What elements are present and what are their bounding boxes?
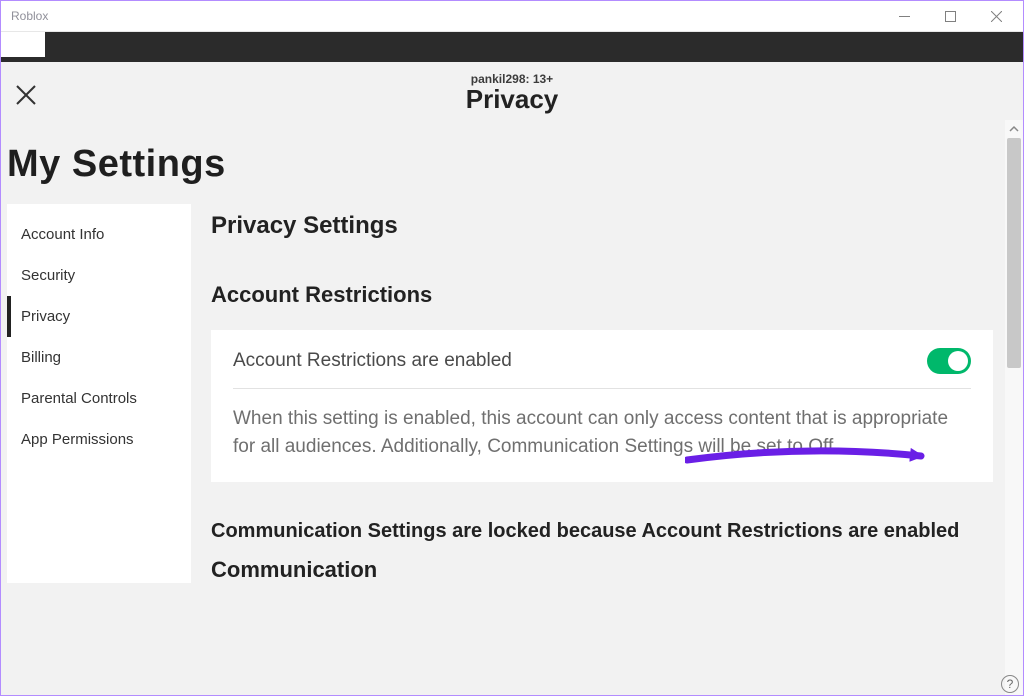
sidebar-item-billing[interactable]: Billing [7, 337, 191, 378]
window-buttons [881, 1, 1019, 32]
sidebar-item-label: App Permissions [21, 431, 134, 448]
settings-content: Privacy Settings Account Restrictions Ac… [211, 204, 1017, 583]
window-titlebar: Roblox [1, 1, 1023, 32]
restrictions-description: When this setting is enabled, this accou… [233, 389, 971, 460]
help-icon[interactable]: ? [1001, 675, 1019, 693]
topbar-notch [1, 32, 45, 57]
page-title: My Settings [1, 117, 1023, 204]
sidebar-item-label: Security [21, 267, 75, 284]
help-glyph: ? [1007, 677, 1014, 691]
settings-layout: Account Info Security Privacy Billing Pa… [1, 204, 1023, 583]
page: pankil298: 13+ Privacy My Settings Accou… [1, 62, 1023, 695]
modal-header: pankil298: 13+ Privacy [1, 62, 1023, 117]
sidebar-item-label: Billing [21, 349, 61, 366]
sidebar-item-account-info[interactable]: Account Info [7, 214, 191, 255]
window-maximize-button[interactable] [927, 1, 973, 32]
window-title: Roblox [11, 9, 881, 23]
app-topbar [1, 32, 1023, 62]
sidebar-item-label: Account Info [21, 226, 104, 243]
window-minimize-button[interactable] [881, 1, 927, 32]
sidebar-item-privacy[interactable]: Privacy [7, 296, 191, 337]
restrictions-card: Account Restrictions are enabled When th… [211, 330, 993, 482]
sidebar-item-label: Parental Controls [21, 390, 137, 407]
window-close-button[interactable] [973, 1, 1019, 32]
account-restrictions-toggle[interactable] [927, 348, 971, 374]
subsection-title: Account Restrictions [211, 240, 993, 308]
section-title: Privacy Settings [211, 204, 993, 240]
restrictions-toggle-row: Account Restrictions are enabled [233, 348, 971, 389]
toggle-label: Account Restrictions are enabled [233, 350, 512, 372]
communication-heading: Communication [211, 543, 993, 583]
scrollbar-thumb[interactable] [1007, 138, 1021, 368]
sidebar-item-app-permissions[interactable]: App Permissions [7, 419, 191, 460]
sidebar-item-label: Privacy [21, 308, 70, 325]
locked-notice: Communication Settings are locked becaus… [211, 482, 993, 543]
vertical-scrollbar[interactable] [1005, 120, 1023, 695]
sidebar-item-parental-controls[interactable]: Parental Controls [7, 378, 191, 419]
modal-title: Privacy [1, 84, 1023, 115]
close-icon[interactable] [15, 84, 37, 111]
settings-sidebar: Account Info Security Privacy Billing Pa… [7, 204, 191, 583]
toggle-knob [948, 351, 968, 371]
scrollbar-up-icon[interactable] [1005, 120, 1023, 138]
sidebar-item-security[interactable]: Security [7, 255, 191, 296]
